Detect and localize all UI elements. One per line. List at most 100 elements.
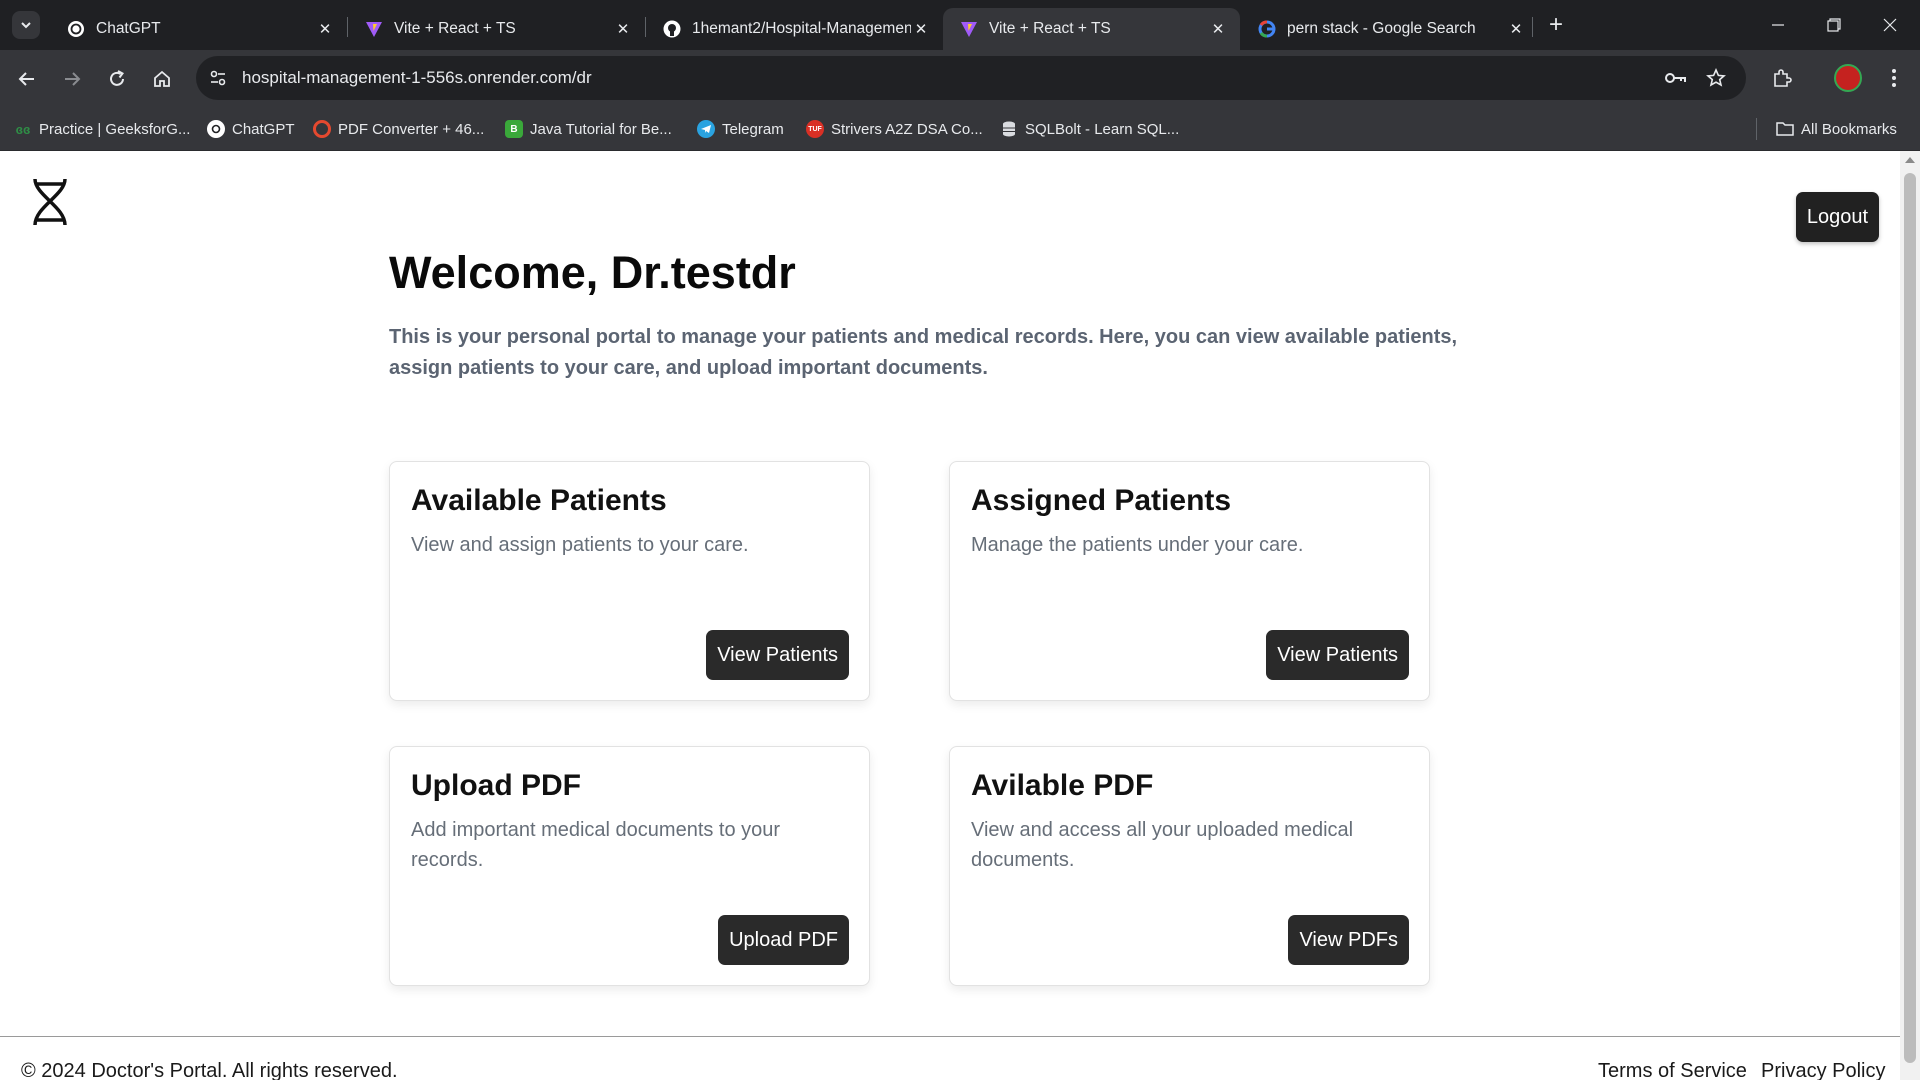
bookmark-label: Java Tutorial for Be... <box>530 120 672 138</box>
footer-divider <box>0 1036 1900 1037</box>
view-available-patients-button[interactable]: View Patients <box>706 630 849 680</box>
address-bar[interactable]: hospital-management-1-556s.onrender.com/… <box>196 56 1746 100</box>
bookmark-star-icon[interactable] <box>1704 66 1728 90</box>
chevron-down-icon <box>21 22 31 29</box>
tab-github[interactable]: 1hemant2/Hospital-Management ✕ <box>646 8 943 50</box>
all-bookmarks-button[interactable]: All Bookmarks <box>1776 117 1897 141</box>
bookmark-sqlbolt[interactable]: SQLBolt - Learn SQL... <box>1000 117 1179 141</box>
chatgpt-icon <box>66 19 86 39</box>
tab-chatgpt[interactable]: ChatGPT ✕ <box>50 8 347 50</box>
close-icon <box>1883 18 1897 32</box>
forward-button[interactable] <box>55 62 89 96</box>
minimize-button[interactable] <box>1750 0 1806 50</box>
tab-strip: ChatGPT ✕ Vite + React + TS ✕ 1hemant2/H… <box>0 0 1920 50</box>
home-button[interactable] <box>145 62 179 96</box>
menu-button[interactable] <box>1880 64 1908 92</box>
close-icon[interactable]: ✕ <box>613 19 633 39</box>
page-title: Welcome, Dr.testdr <box>389 247 796 298</box>
tab-search-button[interactable] <box>12 11 40 39</box>
page-scrollbar[interactable] <box>1900 151 1920 1080</box>
intro-text: This is your personal portal to manage y… <box>389 326 1458 379</box>
card-description: Manage the patients under your care. <box>971 534 1304 556</box>
reload-button[interactable] <box>100 62 134 96</box>
logout-button[interactable]: Logout <box>1796 192 1879 242</box>
card-available-patients: Available Patients View and assign patie… <box>389 461 870 701</box>
tab-title: Vite + React + TS <box>394 20 516 37</box>
tab-vite-active[interactable]: Vite + React + TS ✕ <box>943 8 1240 50</box>
bookmark-label: PDF Converter + 46... <box>338 120 485 138</box>
arrow-right-icon <box>65 72 81 86</box>
terms-of-service-link[interactable]: Terms of Service <box>1598 1060 1747 1080</box>
tab-vite-1[interactable]: Vite + React + TS ✕ <box>348 8 645 50</box>
page-viewport: Logout Welcome, Dr.testdr This is your p… <box>0 151 1920 1080</box>
tab-title: Vite + React + TS <box>989 20 1111 37</box>
vite-icon <box>364 19 384 39</box>
url-text[interactable]: hospital-management-1-556s.onrender.com/… <box>242 68 592 88</box>
bookmark-pdf-converter[interactable]: PDF Converter + 46... <box>313 117 484 141</box>
bookmark-label: ChatGPT <box>232 120 295 138</box>
browser-toolbar: hospital-management-1-556s.onrender.com/… <box>0 50 1920 107</box>
scroll-up-icon[interactable] <box>1905 157 1915 163</box>
close-icon[interactable]: ✕ <box>911 19 931 39</box>
bookmark-strivers[interactable]: TUF Strivers A2Z DSA Co... <box>806 117 983 141</box>
bookmark-java-tutorial[interactable]: B Java Tutorial for Be... <box>505 117 672 141</box>
view-assigned-patients-button[interactable]: View Patients <box>1266 630 1409 680</box>
card-title: Available Patients <box>411 484 667 517</box>
all-bookmarks-label: All Bookmarks <box>1801 120 1897 138</box>
github-icon <box>662 19 682 39</box>
card-title: Upload PDF <box>411 769 581 802</box>
tab-title: pern stack - Google Search <box>1287 20 1476 37</box>
tab-divider <box>1532 17 1533 37</box>
telegram-icon <box>697 120 715 138</box>
bookmark-geeksforgeeks[interactable]: ɞɞ Practice | GeeksforG... <box>14 117 191 141</box>
folder-icon <box>1776 120 1794 138</box>
footer-copyright: © 2024 Doctor's Portal. All rights reser… <box>21 1060 398 1080</box>
bookmark-label: SQLBolt - Learn SQL... <box>1025 120 1180 138</box>
card-description: View and assign patients to your care. <box>411 534 749 556</box>
upload-pdf-button[interactable]: Upload PDF <box>718 915 849 965</box>
restore-button[interactable] <box>1806 0 1862 50</box>
close-window-button[interactable] <box>1862 0 1918 50</box>
arrow-left-icon <box>18 72 34 86</box>
geeksforgeeks-icon: ɞɞ <box>15 121 31 137</box>
card-upload-pdf: Upload PDF Add important medical documen… <box>389 746 870 986</box>
bookmark-telegram[interactable]: Telegram <box>697 117 784 141</box>
back-button[interactable] <box>10 62 44 96</box>
site-settings-icon[interactable] <box>206 66 230 90</box>
sqlbolt-icon <box>1000 120 1018 138</box>
card-description: View and access all your uploaded medica… <box>971 819 1354 871</box>
card-description: Add important medical documents to your … <box>411 819 781 871</box>
chatgpt-icon <box>207 120 225 138</box>
vite-icon <box>959 19 979 39</box>
bookmark-chatgpt[interactable]: ChatGPT <box>207 117 295 141</box>
pdf-converter-icon <box>313 120 331 138</box>
scrollbar-thumb[interactable] <box>1904 173 1916 1063</box>
view-pdfs-button[interactable]: View PDFs <box>1288 915 1409 965</box>
bookmarks-bar: ɞɞ Practice | GeeksforG... ChatGPT PDF C… <box>0 107 1920 151</box>
tab-title: 1hemant2/Hospital-Management <box>692 20 911 37</box>
card-title: Assigned Patients <box>971 484 1232 517</box>
close-icon[interactable]: ✕ <box>315 19 335 39</box>
bookmarks-divider <box>1756 118 1757 140</box>
reload-icon <box>110 70 124 86</box>
minimize-icon <box>1772 24 1784 26</box>
card-title: Avilable PDF <box>971 769 1154 802</box>
restore-icon <box>1827 18 1841 32</box>
profile-avatar[interactable] <box>1834 64 1862 92</box>
dna-logo-icon[interactable] <box>30 177 70 227</box>
bookmark-label: Telegram <box>722 120 784 138</box>
java-tutorial-icon: B <box>505 120 523 138</box>
bookmark-label: Strivers A2Z DSA Co... <box>831 120 983 138</box>
extensions-button[interactable] <box>1768 64 1796 92</box>
close-icon[interactable]: ✕ <box>1208 19 1228 39</box>
card-assigned-patients: Assigned Patients Manage the patients un… <box>949 461 1430 701</box>
new-tab-button[interactable]: + <box>1543 11 1569 38</box>
home-icon <box>154 70 170 87</box>
striver-icon: TUF <box>806 120 824 138</box>
close-icon[interactable]: ✕ <box>1506 19 1526 39</box>
privacy-policy-link[interactable]: Privacy Policy <box>1761 1060 1885 1080</box>
card-available-pdf: Avilable PDF View and access all your up… <box>949 746 1430 986</box>
puzzle-icon <box>1774 69 1792 87</box>
password-key-icon[interactable] <box>1664 66 1688 90</box>
tab-google-search[interactable]: pern stack - Google Search ✕ <box>1241 8 1538 50</box>
